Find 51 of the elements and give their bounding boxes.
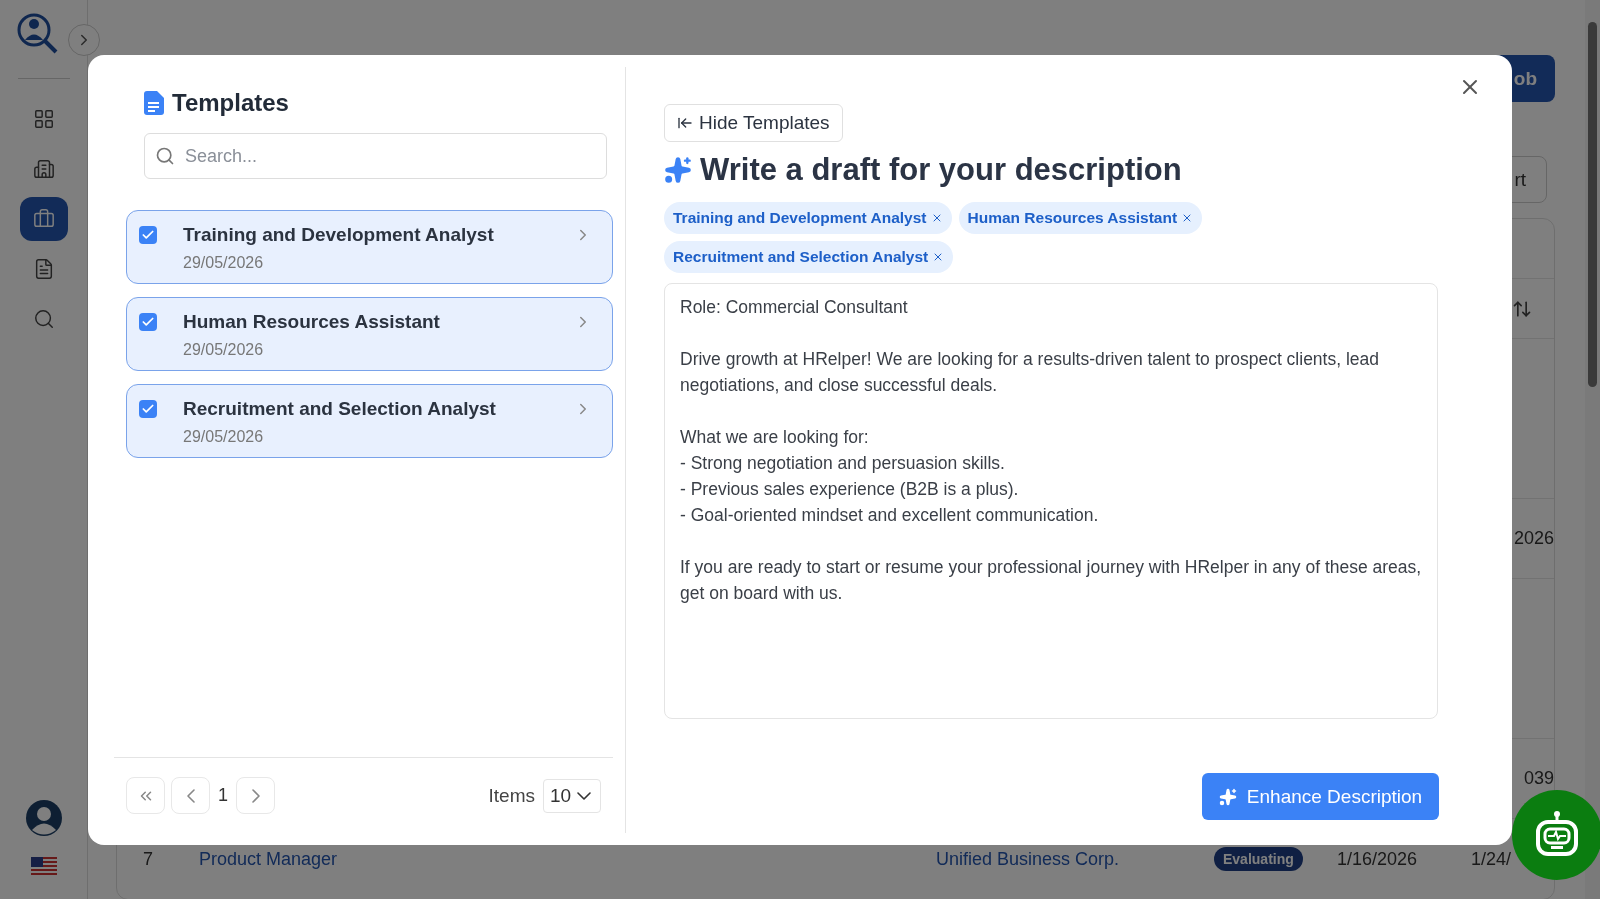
enhance-description-button[interactable]: Enhance Description <box>1202 773 1439 820</box>
checkbox[interactable] <box>139 226 157 244</box>
template-title: Training and Development Analyst <box>183 224 495 246</box>
search-field[interactable]: Search... <box>144 133 607 179</box>
check-icon <box>141 228 155 242</box>
table-cell: 2026 <box>1513 528 1554 549</box>
template-date: 29/05/2026 <box>183 254 265 272</box>
chevron-left-icon <box>186 788 195 803</box>
description-field[interactable]: Role: Commercial Consultant Drive growth at HRelper! We are looking for a results-driven talent to prospect clients, lead negotiations, and close successful deals. What we are looking for: - Strong negotiation and persuasion skills. - Previous sales experience (B2B is a plus). - Goal-oriented mindset and excellent communication. If you are ready to start or resume your professional journey with HRelper in any of these areas, get on board with us. <box>664 283 1438 719</box>
jobs-nav-icon[interactable] <box>19 197 68 241</box>
template-date: 29/05/2026 <box>183 341 265 359</box>
job-title-link[interactable]: Product Manager <box>199 848 338 870</box>
check-icon <box>141 315 155 329</box>
avatar-icon[interactable] <box>24 799 63 837</box>
first-page-button[interactable] <box>126 777 165 814</box>
hide-templates-button[interactable]: Hide Templates <box>664 104 843 142</box>
previous-page-button[interactable] <box>171 777 210 814</box>
table-cell: 1/24/ <box>1471 848 1512 870</box>
sparkles-icon <box>1218 787 1237 806</box>
template-chip[interactable]: Recruitment and Selection Analyst <box>664 241 954 273</box>
scrollbar-thumb[interactable] <box>1588 22 1597 387</box>
checkbox[interactable] <box>139 313 157 331</box>
chevron-right-icon <box>251 788 260 803</box>
table-cell: 039 <box>1523 768 1554 789</box>
table-cell: 1/16/2026 <box>1337 848 1418 870</box>
table-cell: 7 <box>143 848 153 870</box>
next-page-button[interactable] <box>236 777 275 814</box>
sparkles-icon <box>664 156 692 184</box>
chevron-down-icon <box>577 791 592 800</box>
flag-icon[interactable] <box>30 857 57 875</box>
page-size-select[interactable]: 10 <box>543 778 601 813</box>
company-link[interactable]: Unified Business Corp. <box>936 848 1120 870</box>
template-card[interactable]: Human Resources Assistant 29/05/2026 <box>126 297 613 371</box>
template-date: 29/05/2026 <box>183 428 265 446</box>
check-icon <box>141 402 155 416</box>
page-number: 1 <box>218 785 228 806</box>
document-icon <box>144 91 164 115</box>
template-card[interactable]: Recruitment and Selection Analyst 29/05/2026 <box>126 384 613 458</box>
arrow-left-icon <box>677 115 693 131</box>
dialog-heading: Write a draft for your description <box>700 152 1182 188</box>
template-title: Recruitment and Selection Analyst <box>183 398 497 420</box>
template-chip[interactable]: Training and Development Analyst <box>664 202 952 234</box>
logo-icon <box>16 12 60 56</box>
template-card[interactable]: Training and Development Analyst 29/05/2026 <box>126 210 613 284</box>
checkbox[interactable] <box>139 400 157 418</box>
search-icon <box>155 146 175 166</box>
items-label: Items <box>488 784 535 807</box>
template-chip[interactable]: Human Resources Assistant <box>958 202 1203 234</box>
status-badge: Evaluating <box>1214 847 1303 871</box>
panel-title: Templates <box>172 89 289 117</box>
template-title: Human Resources Assistant <box>183 311 441 333</box>
